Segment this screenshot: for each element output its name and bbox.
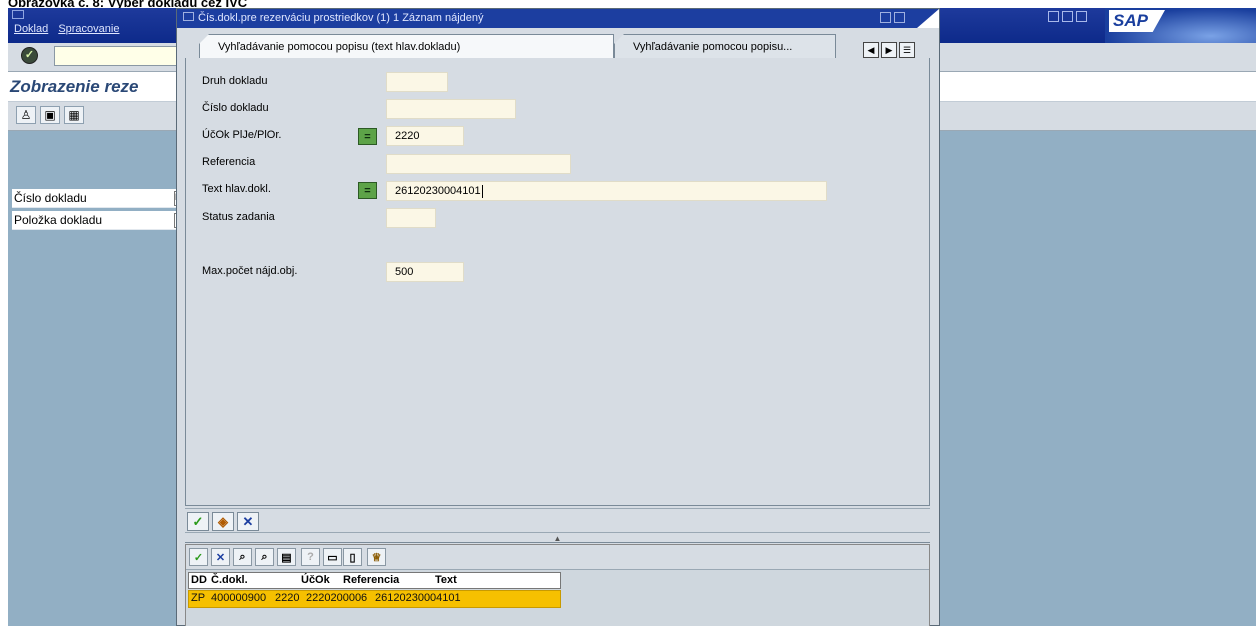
dialog-system-icon[interactable] [183,12,194,21]
column-header-ucok[interactable]: ÚčOk [301,574,330,586]
table-row[interactable]: ZP 400000900 2220 2220200006 26120230004… [188,590,561,608]
field-label: Položka dokladu [14,213,103,227]
check-icon[interactable]: ✓ [189,548,208,566]
field-polozka-dokladu: Položka dokladu [12,211,188,230]
dialog-title: Čís.dokl.pre rezerváciu prostriedkov (1)… [198,12,484,24]
result-toolbar: ✓ ✕ ⌕ ⌕ ▤ ? ▭ ▯ ♕ [186,545,929,570]
field-label: Číslo dokladu [14,191,87,205]
multiple-selection-icon[interactable]: = [358,182,377,199]
splitter[interactable]: ▲ [185,534,930,543]
person-icon[interactable]: ♙ [16,106,36,124]
input-max-pocet[interactable]: 500 [386,262,464,282]
input-text-value: 26120230004101 [395,185,481,197]
menu-item-spracovanie[interactable]: Spracovanie [58,23,119,35]
start-search-icon[interactable]: ◈ [212,512,234,531]
input-druh-dokladu[interactable] [386,72,448,92]
tab-next-icon[interactable]: ▶ [881,42,897,58]
close-icon[interactable] [1076,11,1087,22]
field-cislo-dokladu: Číslo dokladu E [12,189,188,208]
continue-check-icon[interactable]: ✓ [187,512,209,531]
dialog-titlebar: Čís.dokl.pre rezerváciu prostriedkov (1)… [177,9,939,28]
print-icon[interactable]: ▭ [323,548,342,566]
text-cursor [481,184,483,198]
label-ucok: ÚčOk PlJe/PlOr. [202,129,282,141]
tab-prev-icon[interactable]: ◀ [863,42,879,58]
cell-cislo: 400000900 [211,592,267,604]
label-referencia: Referencia [202,156,256,168]
column-header-dd[interactable]: DD [191,574,207,586]
logo-text: SAP [1113,11,1148,30]
details-icon[interactable]: ▯ [343,548,362,566]
personal-list-icon[interactable]: ♕ [367,548,386,566]
close-icon[interactable] [894,12,905,23]
save-layout-icon[interactable]: ▣ [40,106,60,124]
tab-popis-text-hlav-dokladu[interactable]: Vyhľadávanie pomocou popisu (text hlav.d… [199,34,614,58]
dialog-button-bar: ✓ ◈ ✕ [185,508,930,533]
cell-text: 26120230004101 [375,592,461,604]
multiple-selection-icon[interactable]: = [358,128,377,145]
system-menu-icon[interactable] [12,10,24,19]
table-header: DD Č.dokl. ÚčOk Referencia Text [188,572,561,589]
tab-popis-2[interactable]: Vyhľadávanie pomocou popisu... [614,34,836,58]
input-ucok[interactable]: 2220 [386,126,464,146]
cancel-x-icon[interactable]: ✕ [211,548,230,566]
input-cislo-dokladu[interactable] [386,99,516,119]
tab-list-icon[interactable]: ☰ [899,42,915,58]
minimize-icon[interactable] [880,12,891,23]
dialog-window-controls [880,12,905,23]
cell-dd: ZP [191,592,206,604]
info-icon[interactable]: ? [301,548,320,566]
input-referencia[interactable] [386,154,571,174]
result-list: ✓ ✕ ⌕ ⌕ ▤ ? ▭ ▯ ♕ DD Č.dokl. ÚčOk Refere… [185,544,930,626]
input-text-hlav-dokl[interactable]: 26120230004101 [386,181,827,201]
restore-icon[interactable] [1062,11,1073,22]
label-status-zadania: Status zadania [202,211,275,223]
column-header-referencia[interactable]: Referencia [343,574,399,586]
filter-icon[interactable]: ▤ [277,548,296,566]
grid-icon[interactable]: ▦ [64,106,84,124]
menu-item-doklad[interactable]: Doklad [14,23,48,35]
cancel-x-icon[interactable]: ✕ [237,512,259,531]
minimize-icon[interactable] [1048,11,1059,22]
tab-panel: Druh dokladu Číslo dokladu ÚčOk PlJe/PlO… [185,58,930,506]
label-text-hlav-dokl: Text hlav.dokl. [202,183,271,195]
tab-navigation: ◀ ▶ ☰ [863,42,915,58]
page-title: Zobrazenie reze [10,77,139,96]
menu-bar: Doklad Spracovanie [14,23,126,35]
find-icon[interactable]: ⌕ [233,548,252,566]
label-druh-dokladu: Druh dokladu [202,75,268,87]
column-header-cislo[interactable]: Č.dokl. [211,574,248,586]
label-cislo-dokladu: Číslo dokladu [202,102,269,114]
sap-logo: SAP [1105,8,1256,43]
title-corner [917,9,939,28]
cell-ucok: 2220 [275,592,300,604]
command-field[interactable] [54,46,194,66]
label-max-pocet: Max.počet nájd.obj. [202,265,298,277]
cell-referencia: 2220200006 [306,592,368,604]
enter-check-icon[interactable]: ✓ [21,47,38,64]
search-help-dialog: Čís.dokl.pre rezerváciu prostriedkov (1)… [176,8,940,626]
find-next-icon[interactable]: ⌕ [255,548,274,566]
column-header-text[interactable]: Text [435,574,457,586]
tabstrip: Vyhľadávanie pomocou popisu (text hlav.d… [177,28,939,58]
window-controls [1048,11,1087,22]
input-status-zadania[interactable] [386,208,436,228]
